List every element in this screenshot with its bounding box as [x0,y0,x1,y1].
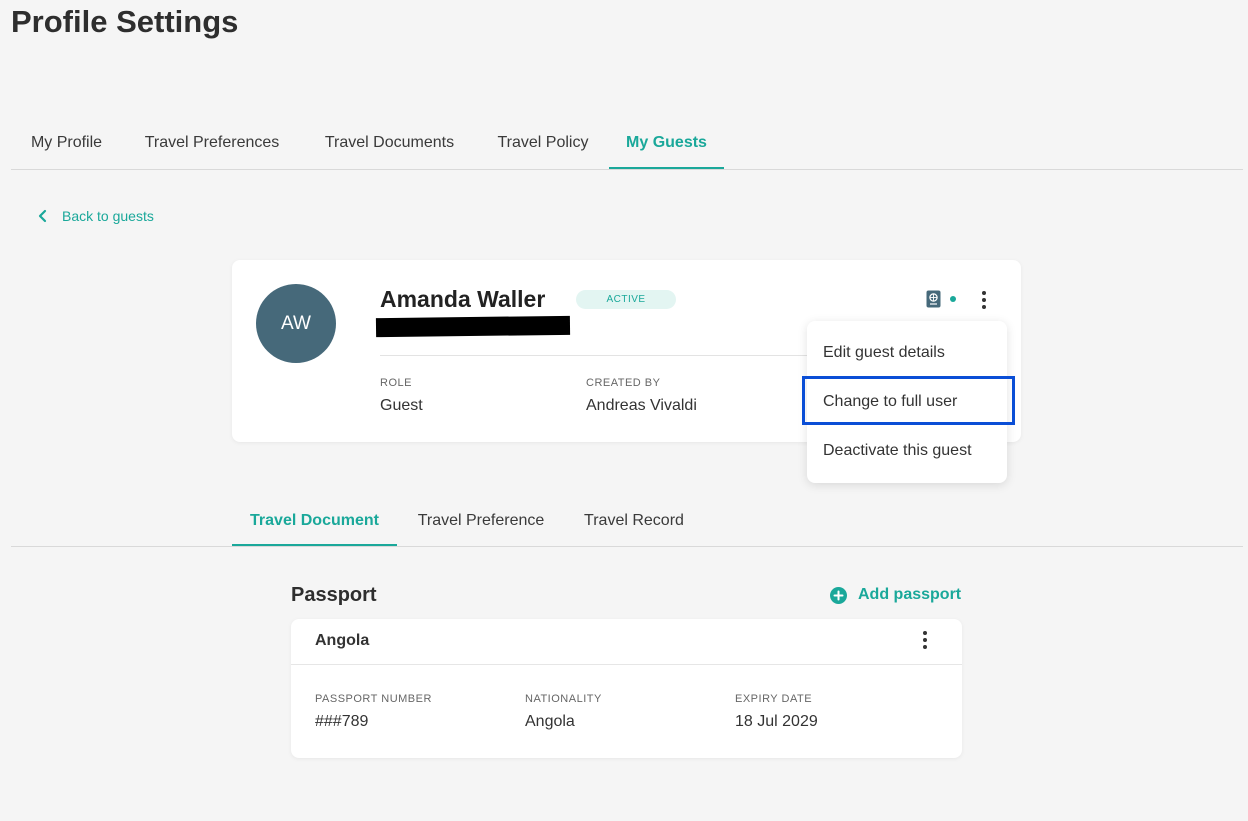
menu-item-change-to-full-user[interactable]: Change to full user [807,377,1007,426]
tab-travel-policy[interactable]: Travel Policy [477,122,609,168]
menu-item-deactivate-guest[interactable]: Deactivate this guest [807,426,1007,475]
add-passport-label: Add passport [858,586,962,603]
more-vertical-icon[interactable] [915,628,935,652]
tab-travel-preferences[interactable]: Travel Preferences [122,122,302,168]
nationality-value: Angola [525,713,575,730]
created-by-label: CREATED BY [586,377,661,389]
created-by-value: Andreas Vivaldi [586,397,697,414]
tab-my-guests[interactable]: My Guests [609,122,724,169]
card-divider [380,355,810,356]
passport-number-value: ###789 [315,713,369,730]
redacted-email [375,315,571,338]
page-title: Profile Settings [11,4,239,39]
passport-country: Angola [315,632,370,649]
guest-actions-menu: Edit guest details Change to full user D… [807,321,1007,483]
passport-card-header: Angola [291,619,962,665]
tab-travel-preference[interactable]: Travel Preference [397,499,565,545]
tab-travel-document[interactable]: Travel Document [232,499,397,546]
role-label: ROLE [380,377,412,389]
expiry-date-label: EXPIRY DATE [735,693,813,705]
add-passport-button[interactable]: Add passport [830,586,961,604]
tab-travel-documents[interactable]: Travel Documents [302,122,477,168]
passport-section-title: Passport [291,584,377,606]
guest-sub-tab-bar: Travel Document Travel Preference Travel… [11,499,1243,547]
guest-name: Amanda Waller [380,286,546,312]
nationality-label: NATIONALITY [525,693,602,705]
main-tab-bar: My Profile Travel Preferences Travel Doc… [11,122,1243,170]
passport-card: Angola PASSPORT NUMBER ###789 NATIONALIT… [291,619,962,758]
passport-number-label: PASSPORT NUMBER [315,693,432,705]
status-dot [950,296,956,302]
plus-circle-icon [830,586,847,604]
chevron-left-icon [36,209,50,223]
menu-item-edit-guest[interactable]: Edit guest details [807,328,1007,377]
avatar: AW [256,284,336,363]
status-badge: ACTIVE [576,290,676,309]
tab-my-profile[interactable]: My Profile [11,122,122,168]
back-to-guests-link[interactable]: Back to guests [36,206,154,226]
more-vertical-icon[interactable] [974,288,994,312]
expiry-date-value: 18 Jul 2029 [735,713,818,730]
back-link-label: Back to guests [62,208,154,224]
tab-travel-record[interactable]: Travel Record [565,499,703,545]
role-value: Guest [380,397,423,414]
passport-icon [926,290,941,308]
